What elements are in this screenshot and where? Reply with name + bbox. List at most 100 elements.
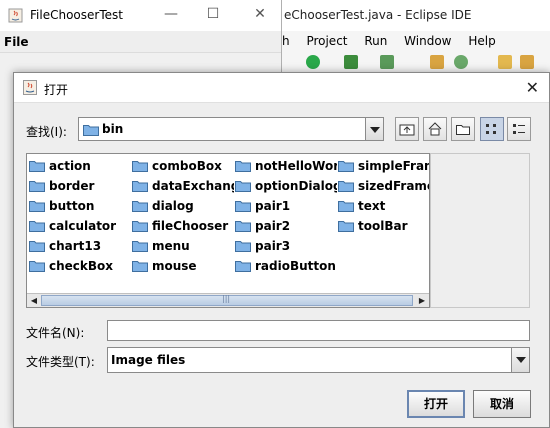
open-folder-icon[interactable] (520, 55, 534, 69)
horizontal-scrollbar[interactable]: ◀ ▶ (27, 293, 429, 307)
folder-icon (29, 241, 45, 252)
filetype-label: 文件类型(T): (26, 355, 95, 369)
file-item[interactable]: action (29, 157, 129, 175)
details-view-button[interactable] (507, 117, 531, 141)
file-item[interactable]: calculator (29, 217, 129, 235)
eclipse-menu-run[interactable]: Run (364, 34, 387, 48)
file-item[interactable]: notHelloWorld (235, 157, 337, 175)
file-item[interactable]: border (29, 177, 129, 195)
close-window-button[interactable]: ✕ (252, 6, 268, 22)
up-one-level-button[interactable] (395, 117, 419, 141)
folder-icon (338, 221, 354, 232)
folder-icon (235, 201, 251, 212)
folder-icon (29, 261, 45, 272)
new-package-icon[interactable] (454, 55, 468, 69)
folder-icon (338, 161, 354, 172)
background-menubar: File (0, 31, 281, 53)
folder-icon (235, 241, 251, 252)
folder-icon (29, 221, 45, 232)
folder-icon (235, 221, 251, 232)
file-item[interactable]: comboBox (132, 157, 234, 175)
cancel-button[interactable]: 取消 (473, 390, 531, 418)
chevron-down-icon[interactable] (365, 118, 383, 140)
file-name: sizedFrame (358, 179, 429, 193)
file-item[interactable]: pair2 (235, 217, 337, 235)
new-folder-button[interactable] (451, 117, 475, 141)
file-item[interactable]: optionDialog (235, 177, 337, 195)
filename-label: 文件名(N): (26, 326, 85, 340)
file-item[interactable]: pair1 (235, 197, 337, 215)
list-view-button[interactable] (480, 117, 504, 141)
file-item[interactable]: button (29, 197, 129, 215)
file-item[interactable]: checkBox (29, 257, 129, 275)
home-button[interactable] (423, 117, 447, 141)
dialog-close-icon[interactable]: ✕ (526, 78, 539, 97)
filetype-combo[interactable]: Image files (107, 347, 530, 373)
java-icon (8, 8, 23, 23)
minimize-button[interactable]: — (163, 6, 179, 22)
file-name: simpleFrame (358, 159, 429, 173)
dialog-titlebar: 打开 ✕ (14, 73, 549, 103)
new-folder-icon (456, 125, 470, 135)
scroll-left-icon[interactable]: ◀ (28, 294, 40, 307)
menu-file[interactable]: File (4, 35, 29, 49)
filetype-value: Image files (111, 353, 186, 367)
file-item[interactable]: text (338, 197, 429, 215)
look-in-combo[interactable]: bin (78, 117, 384, 141)
file-name: notHelloWorld (255, 159, 337, 173)
file-item[interactable]: fileChooser (132, 217, 234, 235)
coverage-icon[interactable] (344, 55, 358, 69)
file-name: text (358, 199, 386, 213)
file-item[interactable]: radioButton (235, 257, 337, 275)
folder-icon (338, 201, 354, 212)
file-name: radioButton (255, 259, 336, 273)
new-class-icon[interactable] (430, 55, 444, 69)
look-in-value: bin (102, 122, 124, 136)
file-name: pair2 (255, 219, 291, 233)
folder-icon (235, 161, 251, 172)
file-name: toolBar (358, 219, 408, 233)
folder-icon (132, 161, 148, 172)
eclipse-menubar: h Project Run Window Help (282, 31, 550, 51)
file-item[interactable]: toolBar (338, 217, 429, 235)
file-name: action (49, 159, 91, 173)
file-name: dialog (152, 199, 194, 213)
folder-icon (132, 201, 148, 212)
scrollbar-thumb[interactable] (41, 294, 413, 306)
eclipse-menu-item[interactable]: h (282, 34, 290, 48)
eclipse-menu-project[interactable]: Project (306, 34, 347, 48)
external-tools-icon[interactable] (380, 55, 394, 69)
folder-icon (338, 181, 354, 192)
file-item[interactable]: simpleFrame (338, 157, 429, 175)
maximize-button[interactable]: ☐ (205, 6, 221, 22)
java-icon (23, 80, 37, 95)
folder-icon (29, 181, 45, 192)
file-name: fileChooser (152, 219, 229, 233)
file-name: checkBox (49, 259, 114, 273)
file-item[interactable]: dialog (132, 197, 234, 215)
run-icon[interactable] (306, 55, 320, 69)
file-item[interactable]: menu (132, 237, 234, 255)
file-item[interactable]: dataExchange (132, 177, 234, 195)
file-item[interactable]: mouse (132, 257, 234, 275)
file-name: optionDialog (255, 179, 337, 193)
open-type-icon[interactable] (498, 55, 512, 69)
file-list[interactable]: action border button calculator chart13 … (26, 153, 430, 308)
file-item[interactable]: chart13 (29, 237, 129, 255)
eclipse-menu-help[interactable]: Help (468, 34, 495, 48)
folder-icon (132, 261, 148, 272)
background-window-title: FileChooserTest (30, 8, 123, 22)
file-name: border (49, 179, 95, 193)
folder-icon (132, 241, 148, 252)
folder-icon (235, 261, 251, 272)
eclipse-title: eChooserTest.java - Eclipse IDE (282, 0, 550, 31)
file-item[interactable]: sizedFrame (338, 177, 429, 195)
chevron-down-icon[interactable] (511, 348, 529, 372)
eclipse-menu-window[interactable]: Window (404, 34, 451, 48)
up-folder-icon (399, 124, 415, 136)
open-button[interactable]: 打开 (407, 390, 465, 418)
filename-input[interactable] (107, 320, 530, 341)
list-view-icon (486, 124, 496, 134)
scroll-right-icon[interactable]: ▶ (416, 294, 428, 307)
file-item[interactable]: pair3 (235, 237, 337, 255)
